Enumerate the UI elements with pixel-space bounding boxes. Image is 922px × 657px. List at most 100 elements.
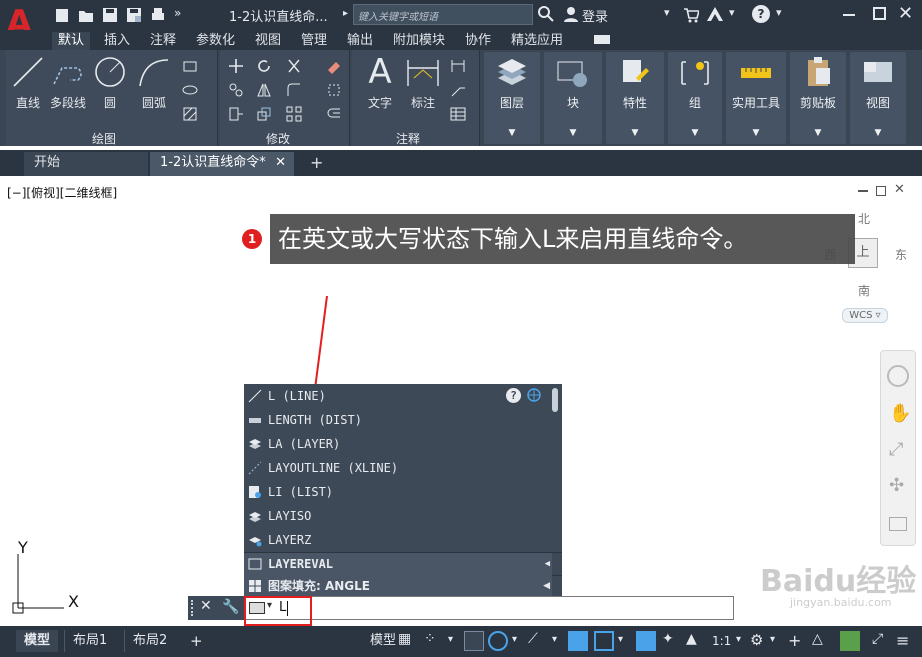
ellipse-icon[interactable] — [182, 82, 198, 98]
explode-icon[interactable] — [326, 82, 342, 98]
tab-output[interactable]: 输出 — [341, 32, 379, 50]
help-icon[interactable]: ? — [752, 5, 770, 23]
viewcube-north[interactable]: 北 — [858, 210, 870, 227]
save-icon[interactable] — [102, 6, 118, 24]
auto-scale-icon[interactable]: ✦ — [662, 631, 682, 651]
annotation-monitor-icon[interactable]: + — [788, 631, 808, 651]
add-layout-icon[interactable]: + — [182, 630, 211, 652]
cart-icon[interactable] — [683, 7, 699, 23]
list-item[interactable]: LENGTH (DIST) — [244, 408, 552, 432]
tab-layout2[interactable]: 布局2 — [124, 630, 175, 652]
stretch-icon[interactable] — [228, 106, 244, 122]
tab-insert[interactable]: 插入 — [98, 32, 136, 50]
annotation-scale-icon[interactable]: ▲ — [686, 631, 706, 651]
workspace-gear-icon[interactable]: ⚙ — [750, 631, 770, 651]
customization-menu-icon[interactable]: ≡ — [896, 631, 916, 651]
tab-manage[interactable]: 管理 — [295, 32, 333, 50]
scrollbar[interactable] — [552, 388, 558, 412]
viewcube-east[interactable]: 东 — [895, 246, 907, 263]
fillet-icon[interactable] — [286, 82, 302, 98]
close-tab-icon[interactable]: ✕ — [275, 152, 286, 174]
object-snap-tracking-icon[interactable] — [568, 631, 588, 651]
list-item[interactable]: LAYERZ — [244, 528, 552, 552]
clipboard-button[interactable]: 剪贴板 ▼ — [790, 52, 846, 144]
login-link[interactable]: 登录 — [582, 6, 608, 25]
linear-dim-icon[interactable] — [450, 58, 466, 74]
list-section[interactable]: 图案填充: ANGLE ◀ — [244, 575, 552, 597]
tab-layout1[interactable]: 布局1 — [64, 630, 115, 652]
globe-icon[interactable] — [526, 387, 542, 403]
scale-value[interactable]: 1:1 — [704, 630, 739, 652]
drawing-canvas[interactable]: [−][俯视][二维线框] ✕ 北 南 东 西 上 WCS ▿ 1 在英文或大写… — [0, 176, 922, 626]
isodraft-icon[interactable]: ⟋ — [528, 631, 548, 651]
workspace-dropdown-icon[interactable]: ▾ — [770, 634, 790, 654]
zoom-extents-icon[interactable]: ⤢ — [889, 439, 903, 460]
leader-icon[interactable] — [450, 82, 466, 98]
offset-icon[interactable] — [326, 106, 342, 122]
tab-current-drawing[interactable]: 1-2认识直线命令* ✕ — [150, 152, 294, 176]
tab-parametric[interactable]: 参数化 — [190, 32, 241, 50]
tab-default[interactable]: 默认 — [52, 32, 91, 50]
ortho-icon[interactable] — [464, 631, 484, 651]
maximize-icon[interactable] — [873, 7, 886, 20]
arc-button[interactable]: 圆弧 — [134, 54, 174, 111]
rotate-icon[interactable] — [256, 58, 272, 74]
erase-icon[interactable] — [326, 58, 342, 74]
list-item[interactable]: LI (LIST) — [244, 480, 552, 504]
circle-button[interactable]: 圆 — [92, 54, 128, 111]
close-command-icon[interactable]: ✕ — [200, 598, 212, 614]
user-icon[interactable] — [563, 6, 579, 22]
tab-featured-apps[interactable]: 精选应用 — [505, 32, 569, 50]
move-icon[interactable] — [228, 58, 244, 74]
rectangle-icon[interactable] — [182, 58, 198, 74]
customize-wrench-icon[interactable]: 🔧 — [222, 599, 239, 615]
text-button[interactable]: A 文字 — [362, 54, 398, 111]
list-item[interactable]: LA (LAYER) — [244, 432, 552, 456]
polar-tracking-icon[interactable] — [488, 631, 508, 651]
scale-icon[interactable] — [256, 106, 272, 122]
annotation-panel-label[interactable]: 注释 — [396, 130, 420, 147]
list-item[interactable]: LAYOUTLINE (XLINE) — [244, 456, 552, 480]
grip-handle[interactable] — [191, 600, 195, 616]
draw-panel-label[interactable]: 绘图 — [92, 130, 116, 147]
dimension-button[interactable]: 标注 — [404, 54, 442, 111]
osnap-dropdown-icon[interactable]: ▾ — [618, 634, 638, 654]
ribbon-toggle-icon[interactable] — [594, 35, 610, 44]
autodesk-icon[interactable] — [706, 6, 724, 22]
mirror-icon[interactable] — [256, 82, 272, 98]
list-item[interactable]: LAYISO — [244, 504, 552, 528]
more-icon[interactable]: » — [174, 6, 190, 24]
annotation-visibility-icon[interactable] — [636, 631, 656, 651]
saveas-icon[interactable] — [126, 6, 142, 24]
viewport-restore-icon[interactable] — [876, 186, 886, 196]
grid-icon[interactable]: ▦ — [398, 631, 418, 651]
array-icon[interactable] — [286, 106, 302, 122]
viewport-close-icon[interactable]: ✕ — [894, 182, 905, 197]
steering-wheel-icon[interactable] — [887, 365, 909, 387]
table-icon[interactable] — [450, 106, 466, 122]
showmotion-icon[interactable] — [889, 517, 907, 531]
orbit-icon[interactable]: ✣ — [889, 475, 904, 496]
search-icon[interactable] — [538, 6, 554, 22]
group-button[interactable]: 组 ▼ — [668, 52, 722, 144]
search-input[interactable]: 键入关键字或短语 — [353, 4, 533, 25]
tab-collaborate[interactable]: 协作 — [459, 32, 497, 50]
utilities-button[interactable]: 实用工具 ▼ — [726, 52, 786, 144]
open-icon[interactable] — [78, 6, 94, 24]
new-tab-icon[interactable]: + — [300, 152, 333, 176]
polyline-button[interactable]: 多段线 — [48, 54, 88, 111]
close-icon[interactable]: ✕ — [898, 3, 913, 24]
viewport-controls[interactable]: [−][俯视][二维线框] — [7, 184, 117, 201]
view-button[interactable]: 视图 ▼ — [850, 52, 906, 144]
help-icon[interactable]: ? — [506, 388, 521, 403]
minimize-icon[interactable] — [843, 14, 855, 16]
line-button[interactable]: 直线 — [10, 54, 46, 111]
object-snap-icon[interactable] — [594, 631, 614, 651]
viewcube-south[interactable]: 南 — [858, 282, 870, 299]
dropdown-icon[interactable]: ▾ — [664, 6, 670, 24]
snap-icon[interactable]: ⁘ — [424, 631, 444, 651]
tab-start[interactable]: 开始 — [24, 152, 148, 176]
print-icon[interactable] — [150, 6, 166, 24]
dropdown-icon-2[interactable]: ▾ — [729, 6, 735, 24]
pan-icon[interactable]: ✋ — [889, 403, 911, 424]
